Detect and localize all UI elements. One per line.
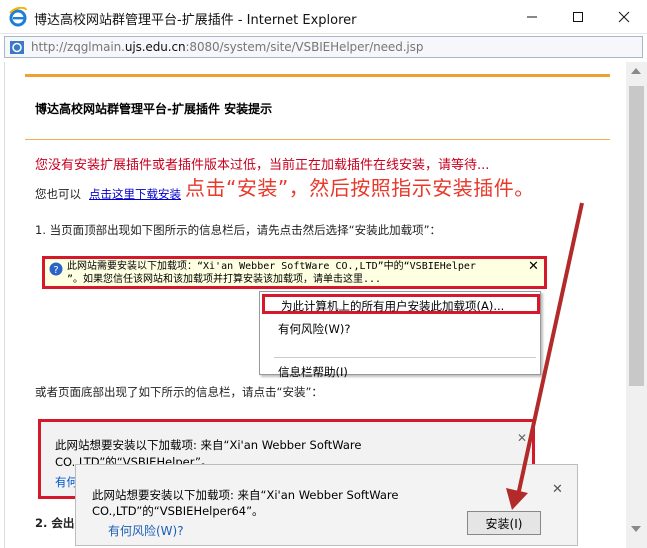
warning-text: 您没有安装扩展插件或者插件版本过低，当前正在加载插件在线安装，请等待...: [35, 158, 490, 173]
menu-item-help[interactable]: 信息栏帮助(I): [278, 364, 348, 380]
maximize-icon: [573, 12, 583, 22]
context-menu: 为此计算机上的所有用户安装此加载项(A)... 有何风险(W)? 信息栏帮助(I…: [259, 291, 541, 379]
close-button[interactable]: [601, 0, 647, 34]
maximize-button[interactable]: [555, 0, 601, 34]
scroll-down-icon[interactable]: [631, 526, 641, 532]
scroll-up-icon[interactable]: [631, 68, 641, 74]
annotation-text: 点击“安装”，然后按照指示安装插件。: [185, 176, 535, 200]
or-bottom-text: 或者页面底部出现了如下所示的信息栏，请点击“安装”：: [35, 385, 323, 399]
menu-item-risk[interactable]: 有何风险(W)?: [278, 321, 350, 337]
window-title: 博达高校网站群管理平台-扩展插件 - Internet Explorer: [34, 13, 357, 28]
dialog-close-icon[interactable]: ✕: [552, 482, 563, 497]
vertical-scrollbar[interactable]: [626, 62, 647, 548]
page-icon: [10, 41, 24, 54]
page-header: 博达高校网站群管理平台-扩展插件 安装提示: [25, 77, 610, 140]
download-link[interactable]: 点击这里下载安装: [89, 186, 181, 202]
minimize-icon: [527, 16, 537, 18]
address-url: http://zqglmain.ujs.edu.cn:8080/system/s…: [31, 40, 424, 54]
address-field[interactable]: http://zqglmain.ujs.edu.cn:8080/system/s…: [4, 36, 643, 58]
infobar-example-top: ? 此网站需要安装以下加载项：“Xi'an Webber SoftWare CO…: [42, 256, 547, 289]
shield-icon: ?: [49, 262, 63, 276]
also-text: 您也可以: [35, 187, 81, 201]
dialog-risk-link[interactable]: 有何风险(W)?: [108, 522, 184, 539]
scroll-thumb[interactable]: [629, 86, 644, 386]
step1-text: 1. 当页面顶部出现如下图所示的信息栏后，请先点击然后选择“安装此加载项”：: [35, 223, 442, 237]
window-titlebar: 博达高校网站群管理平台-扩展插件 - Internet Explorer: [0, 0, 647, 34]
infobar-message: 此网站需要安装以下加载项：“Xi'an Webber SoftWare CO.,…: [67, 261, 476, 285]
minimize-button[interactable]: [509, 0, 555, 34]
infobar2-close-icon[interactable]: ✕: [517, 431, 527, 445]
menu-separator: [274, 357, 536, 358]
close-icon: [618, 11, 630, 23]
ie-logo-icon: [9, 7, 27, 27]
install-dialog: 此网站想要安装以下加载项: 来自“Xi'an Webber SoftWare C…: [75, 464, 578, 546]
svg-text:?: ?: [53, 265, 58, 276]
step2-text: 2. 会出: [35, 516, 75, 530]
menu-item-install-all[interactable]: 为此计算机上的所有用户安装此加载项(A)...: [262, 294, 540, 314]
page-title: 博达高校网站群管理平台-扩展插件 安装提示: [35, 102, 273, 116]
infobar-close-icon[interactable]: ✕: [528, 259, 539, 274]
dialog-install-button[interactable]: 安装(I): [467, 511, 541, 535]
dialog-message: 此网站想要安装以下加载项: 来自“Xi'an Webber SoftWare C…: [92, 488, 399, 518]
address-bar: http://zqglmain.ujs.edu.cn:8080/system/s…: [0, 34, 647, 60]
